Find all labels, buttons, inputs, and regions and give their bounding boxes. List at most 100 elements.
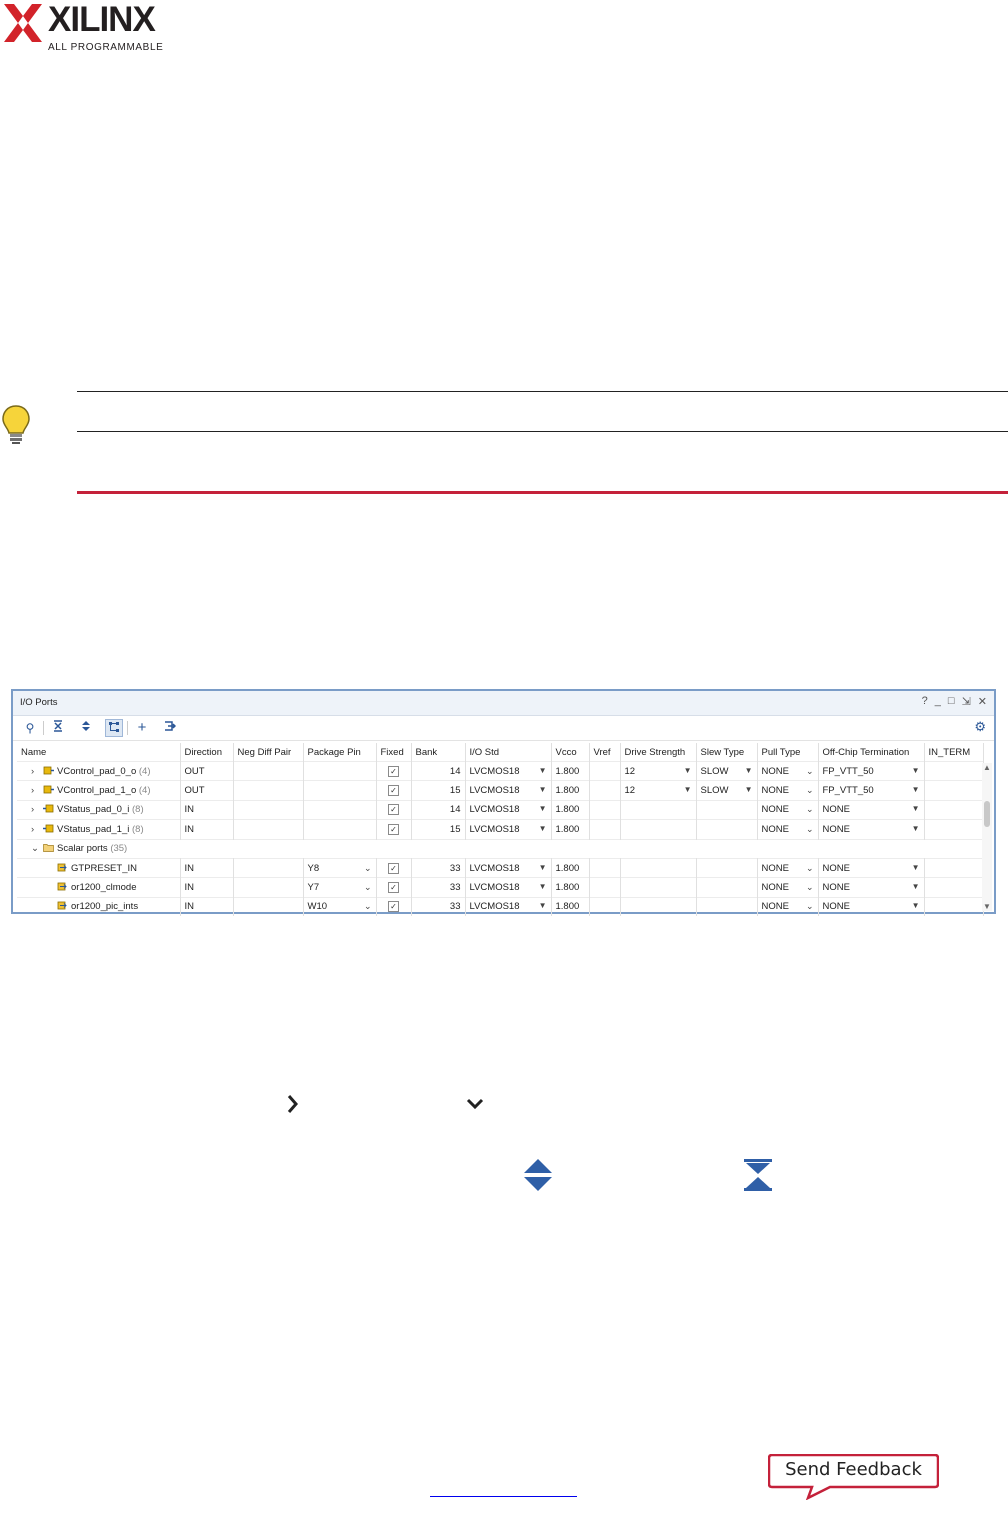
off-chip-termination-cell[interactable]: FP_VTT_50 ▼ xyxy=(818,760,925,781)
column-header[interactable]: IN_TERM xyxy=(924,743,984,762)
drive-strength-cell[interactable] xyxy=(620,857,697,878)
fixed-checkbox[interactable]: ✓ xyxy=(388,785,399,797)
drive-strength-cell[interactable] xyxy=(620,819,697,840)
fixed-checkbox[interactable]: ✓ xyxy=(388,804,399,816)
table-row[interactable]: › VControl_pad_1_o (4) OUT ✓ 15 LVCMOS18 ▼ 1.80… xyxy=(17,780,984,801)
column-header[interactable]: Off-Chip Termination xyxy=(818,743,925,762)
group-by-interface-icon[interactable] xyxy=(105,719,123,737)
io-std-cell[interactable]: LVCMOS18 ▼ xyxy=(465,877,552,898)
column-header[interactable]: I/O Std xyxy=(465,743,552,762)
slew-type-cell[interactable] xyxy=(696,819,758,840)
vref-cell[interactable] xyxy=(589,896,621,917)
package-pin-cell[interactable] xyxy=(303,799,377,820)
dropdown-arrow-icon[interactable]: ▼ xyxy=(745,785,753,794)
neg-diff-pair-cell[interactable] xyxy=(233,877,304,898)
column-header[interactable]: Package Pin xyxy=(303,743,377,762)
pull-type-cell[interactable]: NONE ⌄ xyxy=(757,896,819,917)
search-icon[interactable]: ⚲ xyxy=(21,719,39,737)
chevron-down-icon[interactable]: ⌄ xyxy=(364,882,372,893)
pull-type-cell[interactable]: NONE ⌄ xyxy=(757,780,819,801)
chevron-down-icon[interactable]: ⌄ xyxy=(806,863,814,874)
dropdown-arrow-icon[interactable]: ▼ xyxy=(912,882,920,891)
dropdown-arrow-icon[interactable]: ▼ xyxy=(912,785,920,794)
table-row[interactable]: › VControl_pad_0_o (4) OUT ✓ 14 LVCMOS18 ▼ 1.80… xyxy=(17,760,984,781)
drive-strength-cell[interactable] xyxy=(620,877,697,898)
dropdown-arrow-icon[interactable]: ▼ xyxy=(539,863,547,872)
scrollbar-thumb[interactable] xyxy=(984,801,990,827)
pull-type-cell[interactable]: NONE ⌄ xyxy=(757,819,819,840)
fixed-cell[interactable]: ✓ xyxy=(376,819,412,840)
tree-expander-icon[interactable]: › xyxy=(31,804,43,815)
dropdown-arrow-icon[interactable]: ▼ xyxy=(684,766,692,775)
fixed-cell[interactable]: ✓ xyxy=(376,896,412,917)
fixed-checkbox[interactable]: ✓ xyxy=(388,882,399,894)
package-pin-cell[interactable]: W10 ⌄ xyxy=(303,896,377,917)
help-icon[interactable]: ? xyxy=(922,695,928,708)
expand-all-icon[interactable] xyxy=(77,719,95,737)
chevron-down-icon[interactable]: ⌄ xyxy=(806,901,814,912)
vref-cell[interactable] xyxy=(589,799,621,820)
column-header[interactable]: Slew Type xyxy=(696,743,758,762)
dropdown-arrow-icon[interactable]: ▼ xyxy=(912,766,920,775)
table-row[interactable]: › VStatus_pad_1_i (8) IN ✓ 15 LVCMOS18 ▼ 1.800 N… xyxy=(17,819,984,840)
vref-cell[interactable] xyxy=(589,819,621,840)
package-pin-cell[interactable]: Y8 ⌄ xyxy=(303,857,377,878)
close-icon[interactable]: ✕ xyxy=(978,695,987,708)
vref-cell[interactable] xyxy=(589,780,621,801)
vref-cell[interactable] xyxy=(589,857,621,878)
fixed-checkbox[interactable]: ✓ xyxy=(388,823,399,835)
package-pin-cell[interactable] xyxy=(303,819,377,840)
column-header[interactable]: Direction xyxy=(180,743,234,762)
chevron-down-icon[interactable]: ⌄ xyxy=(364,901,372,912)
drive-strength-cell[interactable] xyxy=(620,799,697,820)
io-std-cell[interactable]: LVCMOS18 ▼ xyxy=(465,780,552,801)
gear-icon[interactable]: ⚙ xyxy=(974,719,986,735)
chevron-down-icon[interactable]: ⌄ xyxy=(806,766,814,777)
pull-type-cell[interactable]: NONE ⌄ xyxy=(757,760,819,781)
chevron-down-icon[interactable]: ⌄ xyxy=(806,824,814,835)
table-row[interactable]: › VStatus_pad_0_i (8) IN ✓ 14 LVCMOS18 ▼ 1.800 N… xyxy=(17,799,984,820)
dropdown-arrow-icon[interactable]: ▼ xyxy=(684,785,692,794)
dropdown-arrow-icon[interactable]: ▼ xyxy=(539,901,547,910)
send-feedback-button[interactable]: Send Feedback xyxy=(768,1454,939,1500)
column-header[interactable]: Neg Diff Pair xyxy=(233,743,304,762)
drive-strength-cell[interactable]: 12 ▼ xyxy=(620,760,697,781)
package-pin-cell[interactable] xyxy=(303,780,377,801)
table-row[interactable]: GTPRESET_IN IN Y8 ⌄ ✓ 33 LVCMOS18 ▼ 1.800 NONE ⌄ N… xyxy=(17,857,984,878)
dropdown-arrow-icon[interactable]: ▼ xyxy=(912,863,920,872)
export-icon[interactable] xyxy=(161,719,179,737)
in-term-cell[interactable] xyxy=(924,896,984,917)
neg-diff-pair-cell[interactable] xyxy=(233,760,304,781)
vref-cell[interactable] xyxy=(589,760,621,781)
column-header[interactable]: Drive Strength xyxy=(620,743,697,762)
chevron-down-icon[interactable]: ⌄ xyxy=(806,785,814,796)
column-header[interactable]: Fixed xyxy=(376,743,412,762)
io-std-cell[interactable]: LVCMOS18 ▼ xyxy=(465,896,552,917)
add-icon[interactable]: + xyxy=(133,719,151,737)
vertical-scrollbar[interactable]: ▲ ▼ xyxy=(982,763,992,911)
drive-strength-cell[interactable] xyxy=(620,896,697,917)
column-header[interactable]: Vcco xyxy=(551,743,590,762)
slew-type-cell[interactable] xyxy=(696,857,758,878)
dropdown-arrow-icon[interactable]: ▼ xyxy=(539,766,547,775)
in-term-cell[interactable] xyxy=(924,760,984,781)
chevron-down-icon[interactable]: ⌄ xyxy=(364,863,372,874)
column-header[interactable]: Pull Type xyxy=(757,743,819,762)
dropdown-arrow-icon[interactable]: ▼ xyxy=(539,785,547,794)
maximize-icon[interactable]: □ xyxy=(948,695,955,708)
float-icon[interactable]: ⇲ xyxy=(962,695,971,708)
footer-link[interactable] xyxy=(430,1496,577,1497)
dropdown-arrow-icon[interactable]: ▼ xyxy=(912,804,920,813)
tree-expander-icon[interactable]: › xyxy=(31,785,43,796)
drive-strength-cell[interactable]: 12 ▼ xyxy=(620,780,697,801)
fixed-cell[interactable]: ✓ xyxy=(376,799,412,820)
slew-type-cell[interactable]: SLOW ▼ xyxy=(696,760,758,781)
dropdown-arrow-icon[interactable]: ▼ xyxy=(912,824,920,833)
slew-type-cell[interactable] xyxy=(696,799,758,820)
dropdown-arrow-icon[interactable]: ▼ xyxy=(912,901,920,910)
pull-type-cell[interactable]: NONE ⌄ xyxy=(757,857,819,878)
column-header[interactable]: Name xyxy=(17,743,181,762)
in-term-cell[interactable] xyxy=(924,857,984,878)
fixed-cell[interactable]: ✓ xyxy=(376,780,412,801)
off-chip-termination-cell[interactable]: NONE ▼ xyxy=(818,896,925,917)
